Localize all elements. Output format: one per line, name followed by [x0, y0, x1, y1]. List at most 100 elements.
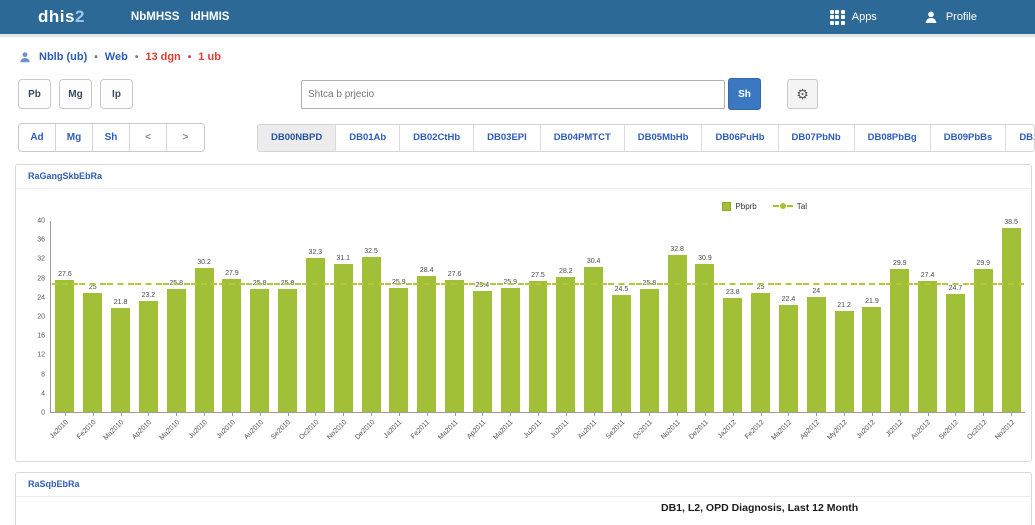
- next-button[interactable]: >: [167, 124, 204, 151]
- main-toolbar: Pb Mg Ip Sh ⚙: [0, 77, 1035, 111]
- x-axis-label: Fe2011: [410, 419, 431, 440]
- tab-DB01Ab[interactable]: DB01Ab: [336, 125, 400, 151]
- target-line-segment: [385, 283, 412, 285]
- target-line-segment: [413, 283, 440, 285]
- x-tick: [816, 412, 817, 416]
- bar[interactable]: [723, 298, 742, 412]
- legend-line-series[interactable]: Tal: [773, 202, 807, 211]
- bar[interactable]: [111, 308, 130, 412]
- bar[interactable]: [946, 294, 965, 412]
- bar[interactable]: [779, 305, 798, 412]
- bar[interactable]: [417, 276, 436, 412]
- bar[interactable]: [250, 289, 269, 412]
- tab-DB07PbNb[interactable]: DB07PbNb: [779, 125, 855, 151]
- legend-dashed-line-icon: [773, 203, 793, 209]
- bar[interactable]: [389, 288, 408, 412]
- target-line-segment: [664, 283, 691, 285]
- y-tick-label: 8: [41, 371, 45, 378]
- bar[interactable]: [445, 280, 464, 412]
- bar-value-label: 22.4: [768, 296, 810, 303]
- nav-item-2[interactable]: IdHMIS: [190, 11, 229, 23]
- bar[interactable]: [695, 264, 714, 412]
- x-tick: [232, 412, 233, 416]
- bar[interactable]: [862, 307, 881, 412]
- profile-label: Profile: [946, 11, 977, 23]
- bar[interactable]: [918, 281, 937, 412]
- bar[interactable]: [55, 280, 74, 412]
- x-axis-label: Au2010: [243, 419, 265, 441]
- bar[interactable]: [890, 269, 909, 412]
- second-chart-toolbar-links[interactable]: RaSqbEbRa: [16, 473, 1031, 497]
- bar[interactable]: [195, 268, 214, 412]
- prev-button[interactable]: <: [130, 124, 167, 151]
- target-line-segment: [552, 283, 579, 285]
- search-button[interactable]: Sh: [728, 78, 761, 110]
- x-tick: [371, 412, 372, 416]
- bar[interactable]: [751, 293, 770, 412]
- bar-slot: 32.5De2010: [357, 221, 385, 412]
- x-tick: [260, 412, 261, 416]
- tab-DB06PuHb[interactable]: DB06PuHb: [702, 125, 778, 151]
- bar[interactable]: [139, 301, 158, 412]
- chart-toolbar-links[interactable]: RaGangSkbEbRa: [16, 165, 1031, 189]
- x-tick: [1011, 412, 1012, 416]
- x-tick: [427, 412, 428, 416]
- bar-slot: 22.4Ma2012: [775, 221, 803, 412]
- bar[interactable]: [668, 255, 687, 412]
- toolbar-button-1[interactable]: Pb: [18, 79, 51, 109]
- bar-value-label: 27.6: [44, 271, 86, 278]
- tab-nav-button-Ad[interactable]: Ad: [19, 124, 56, 151]
- tab-DB08PbBg[interactable]: DB08PbBg: [855, 125, 931, 151]
- bar[interactable]: [529, 281, 548, 412]
- x-axis-label: Ma2010: [103, 419, 126, 442]
- tab-nav-button-Mg[interactable]: Mg: [56, 124, 93, 151]
- bar-slot: 21.9Ju2012: [858, 221, 886, 412]
- bar[interactable]: [83, 293, 102, 412]
- bar[interactable]: [501, 288, 520, 412]
- tab-DB05MbHb[interactable]: DB05MbHb: [625, 125, 703, 151]
- tab-DB00NBPD[interactable]: DB00NBPD: [258, 125, 336, 151]
- bar[interactable]: [222, 279, 241, 412]
- toolbar-button-3[interactable]: Ip: [100, 79, 133, 109]
- x-tick: [677, 412, 678, 416]
- bar[interactable]: [612, 295, 631, 412]
- bar[interactable]: [278, 289, 297, 412]
- tab-DB10Hb[interactable]: DB10Hb: [1006, 125, 1035, 151]
- bar[interactable]: [334, 264, 353, 413]
- search-input[interactable]: [301, 80, 725, 109]
- bar[interactable]: [306, 258, 325, 412]
- top-header: dhis2 NbMHSS IdHMIS Apps Profile: [0, 0, 1035, 37]
- x-axis-label: Ju2011: [550, 419, 571, 440]
- tab-DB02CtHb[interactable]: DB02CtHb: [400, 125, 474, 151]
- legend-bar-series[interactable]: Pbprb: [722, 202, 756, 211]
- gear-icon[interactable]: ⚙: [787, 79, 818, 109]
- tab-DB09PbBs[interactable]: DB09PbBs: [931, 125, 1007, 151]
- user-name[interactable]: Nblb (ub): [39, 51, 87, 63]
- tab-DB04PMTCT[interactable]: DB04PMTCT: [541, 125, 625, 151]
- bar-slot: 27.4Au2012: [914, 221, 942, 412]
- tab-DB03EPI[interactable]: DB03EPI: [474, 125, 541, 151]
- x-tick: [705, 412, 706, 416]
- separator-dot: •: [94, 52, 98, 63]
- bar-slot: 25Fe2010: [79, 221, 107, 412]
- tab-nav-button-Sh[interactable]: Sh: [93, 124, 130, 151]
- app-logo[interactable]: dhis2: [38, 7, 85, 27]
- nav-item-1[interactable]: NbMHSS: [131, 11, 180, 23]
- bar[interactable]: [167, 289, 186, 412]
- bar[interactable]: [807, 297, 826, 412]
- bar-value-label: 24.7: [935, 285, 977, 292]
- bar[interactable]: [556, 277, 575, 412]
- bar[interactable]: [974, 269, 993, 412]
- second-chart-panel: RaSqbEbRa DB1, L2, OPD Diagnosis, Last 1…: [15, 472, 1032, 525]
- bar[interactable]: [640, 289, 659, 412]
- bar[interactable]: [835, 311, 854, 412]
- bar[interactable]: [1002, 228, 1021, 412]
- bar-slot: 28.4Fe2011: [413, 221, 441, 412]
- bar-slot: 27.6Ma2011: [441, 221, 469, 412]
- profile-menu[interactable]: Profile: [923, 9, 977, 25]
- toolbar-button-2[interactable]: Mg: [59, 79, 92, 109]
- bar-slot: 23.2Ap2010: [134, 221, 162, 412]
- bar[interactable]: [473, 291, 492, 412]
- apps-menu[interactable]: Apps: [830, 10, 877, 25]
- user-context[interactable]: Web: [105, 51, 128, 63]
